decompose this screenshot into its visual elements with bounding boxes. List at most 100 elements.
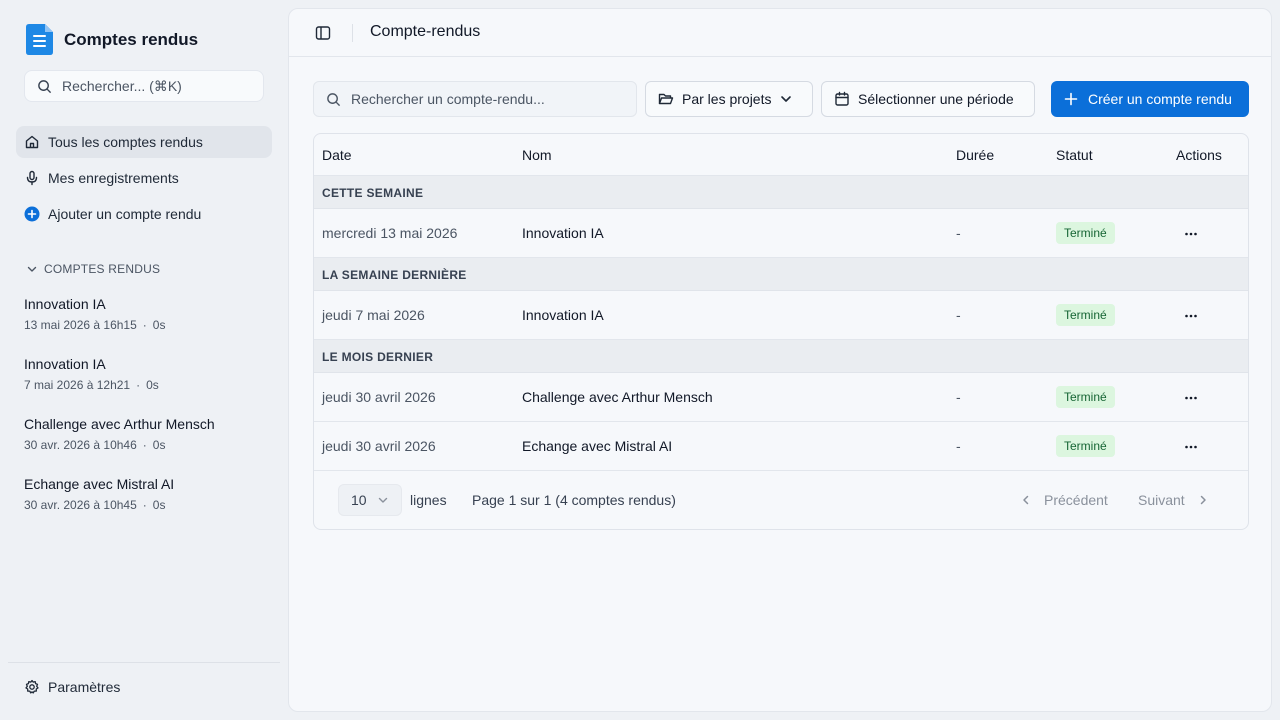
more-horizontal-icon[interactable] [1183,226,1199,242]
sidebar-toggle-icon[interactable] [315,25,331,41]
previous-page-button[interactable]: Précédent [1020,492,1108,508]
row-date: jeudi 30 avril 2026 [322,438,436,454]
create-report-button[interactable]: Créer un compte rendu [1051,81,1249,117]
status-badge: Terminé [1056,386,1115,408]
nav-item-label: Tous les comptes rendus [48,134,203,150]
recent-report-item[interactable]: Echange avec Mistral AI 30 avr. 2026 à 1… [24,475,274,535]
gear-icon [25,679,39,694]
search-icon [38,79,52,93]
recent-section-toggle[interactable]: COMPTES RENDUS [26,262,160,276]
next-page-label: Suivant [1138,492,1185,508]
sidebar-search-input[interactable]: Rechercher... (⌘K) [24,70,264,102]
recent-report-name: Challenge avec Arthur Mensch [24,416,215,432]
nav-item-recordings[interactable]: Mes enregistrements [16,162,272,194]
table-row[interactable]: jeudi 30 avril 2026 Challenge avec Arthu… [314,373,1248,422]
brand[interactable]: Comptes rendus [26,24,198,55]
table-footer: 10 lignes Page 1 sur 1 (4 comptes rendus… [314,470,1248,529]
table-group-header: LE MOIS DERNIER [314,340,1248,373]
meta-separator: · [136,378,141,392]
row-date: jeudi 7 mai 2026 [322,307,425,323]
chevron-right-icon [1200,495,1206,505]
meta-separator: · [142,438,147,452]
chevron-down-icon [378,497,387,503]
meta-separator: · [142,498,147,512]
column-header-duration[interactable]: Durée [956,147,994,163]
recent-report-item[interactable]: Challenge avec Arthur Mensch 30 avr. 202… [24,415,274,475]
table-row[interactable]: jeudi 7 mai 2026 Innovation IA - Terminé [314,291,1248,340]
recent-report-meta: 13 mai 2026 à 16h15 · 0s [24,317,274,333]
next-page-button[interactable]: Suivant [1138,492,1209,508]
meta-separator: · [142,318,147,332]
row-name: Innovation IA [522,307,604,323]
recent-report-meta: 30 avr. 2026 à 10h46 · 0s [24,437,274,453]
page-title: Compte-rendus [370,23,481,40]
more-horizontal-icon[interactable] [1183,439,1199,455]
recent-report-name: Innovation IA [24,356,106,372]
table-row[interactable]: jeudi 30 avril 2026 Echange avec Mistral… [314,422,1248,471]
top-bar-separator [352,24,353,42]
microphone-icon [26,170,38,186]
status-badge: Terminé [1056,304,1115,326]
create-report-label: Créer un compte rendu [1088,91,1232,107]
recent-report-date: 30 avr. 2026 à 10h45 [24,498,137,512]
row-name: Challenge avec Arthur Mensch [522,389,713,405]
recent-report-meta: 7 mai 2026 à 12h21 · 0s [24,377,274,393]
recent-reports-list: Innovation IA 13 mai 2026 à 16h15 · 0s Inn… [24,295,274,535]
recent-report-duration: 0s [152,498,166,512]
sidebar-nav: Tous les comptes rendus Mes enregistreme… [16,126,272,234]
recent-report-duration: 0s [152,438,166,452]
recent-report-duration: 0s [152,318,166,332]
previous-page-label: Précédent [1044,492,1108,508]
period-picker-button[interactable]: Sélectionner une période [821,81,1035,117]
recent-section-title: COMPTES RENDUS [44,262,161,276]
row-name: Echange avec Mistral AI [522,438,673,454]
settings-button[interactable]: Paramètres [24,679,120,695]
page-info: Page 1 sur 1 (4 comptes rendus) [472,492,676,508]
recent-report-duration: 0s [146,378,159,392]
recent-report-date: 30 avr. 2026 à 10h46 [24,438,137,452]
projects-filter-label: Par les projets [682,91,772,107]
top-bar: Compte-rendus [289,9,1271,57]
rows-per-page-select[interactable]: 10 [338,484,402,516]
chevron-left-icon [1023,495,1029,505]
app-title: Comptes rendus [64,29,199,49]
recent-report-date: 7 mai 2026 à 12h21 [24,378,131,392]
row-duration: - [956,225,961,241]
toolbar: Rechercher un compte-rendu... Par les pr… [313,81,1249,117]
recent-report-date: 13 mai 2026 à 16h15 [24,318,137,332]
more-horizontal-icon[interactable] [1183,308,1199,324]
nav-item-label: Mes enregistrements [48,170,179,186]
rows-per-page-value: 10 [351,492,367,508]
settings-label: Paramètres [48,679,121,695]
projects-filter-button[interactable]: Par les projets [645,81,813,117]
row-duration: - [956,438,961,454]
status-badge: Terminé [1056,435,1115,457]
folder-open-icon [658,93,674,105]
column-header-status[interactable]: Statut [1056,147,1093,163]
nav-item-all-reports[interactable]: Tous les comptes rendus [16,126,272,158]
rows-per-page-label: lignes [410,492,447,508]
table-group-header: LA SEMAINE DERNIÈRE [314,258,1248,291]
row-date: jeudi 30 avril 2026 [322,389,436,405]
row-duration: - [956,389,961,405]
more-horizontal-icon[interactable] [1183,390,1199,406]
plus-icon [1064,92,1078,106]
recent-report-name: Echange avec Mistral AI [24,476,175,492]
reports-table: Date Nom Durée Statut Actions CETTE SEMA… [313,133,1249,530]
table-header: Date Nom Durée Statut Actions [314,134,1248,176]
recent-report-item[interactable]: Innovation IA 13 mai 2026 à 16h15 · 0s [24,295,274,355]
report-search-placeholder: Rechercher un compte-rendu... [351,91,545,107]
period-picker-label: Sélectionner une période [858,91,1014,107]
main-panel: Compte-rendus Rechercher un compte-rendu… [288,8,1272,712]
row-name: Innovation IA [522,225,604,241]
document-logo-icon [26,24,53,55]
calendar-icon [835,91,849,106]
recent-report-meta: 30 avr. 2026 à 10h45 · 0s [24,497,274,513]
recent-report-item[interactable]: Innovation IA 7 mai 2026 à 12h21 · 0s [24,355,274,415]
home-icon [25,135,39,149]
column-header-name[interactable]: Nom [522,147,552,163]
table-row[interactable]: mercredi 13 mai 2026 Innovation IA - Ter… [314,209,1248,258]
column-header-date[interactable]: Date [322,147,352,163]
report-search-input[interactable]: Rechercher un compte-rendu... [313,81,637,117]
nav-item-add-report[interactable]: Ajouter un compte rendu [16,198,272,230]
